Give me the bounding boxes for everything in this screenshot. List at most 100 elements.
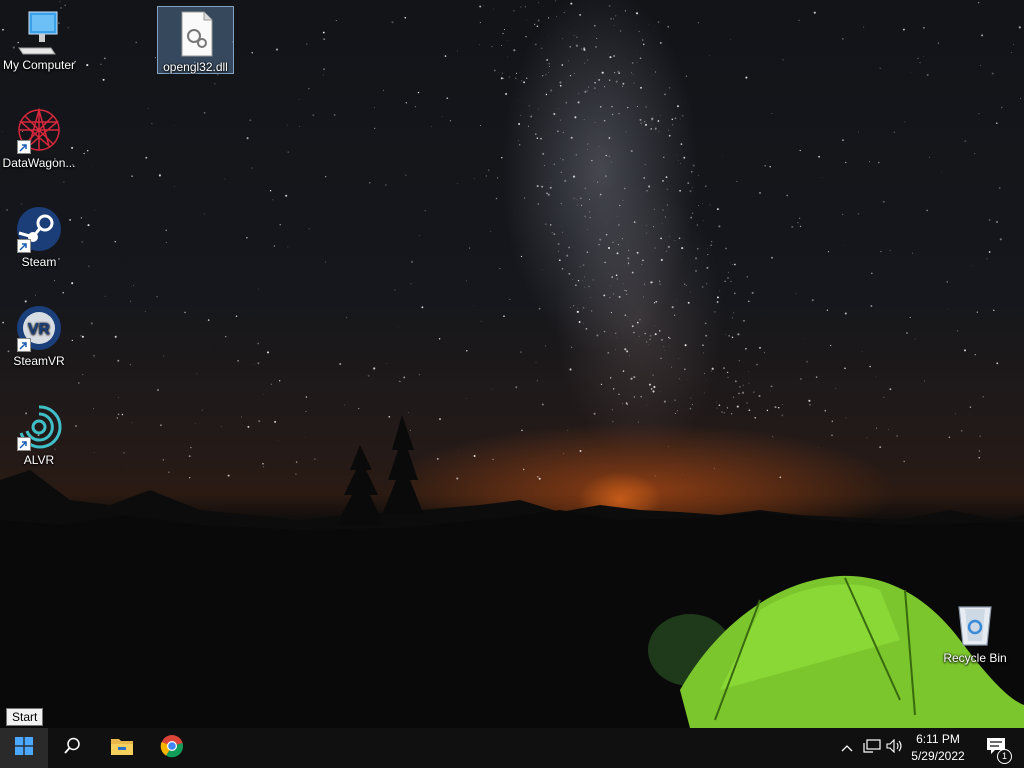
star [313,458,316,460]
star [799,149,801,152]
star [657,21,660,24]
star [663,400,666,403]
star [576,204,578,206]
star [781,414,784,417]
desktop-icon-label: ALVR [23,453,55,467]
action-center-button[interactable]: 1 [976,728,1016,768]
star [667,245,671,248]
star [667,25,670,28]
star [697,248,699,250]
star [842,139,844,141]
star [189,477,191,479]
star [666,204,669,206]
star [716,407,718,409]
star [876,427,878,429]
star [518,123,521,125]
star [639,57,642,60]
star [659,41,662,44]
star [627,316,629,317]
star [589,217,591,219]
star [608,273,609,275]
wallpaper-scene [0,0,1024,728]
star [721,156,723,158]
star [598,145,600,147]
star [581,279,583,281]
star [562,231,564,233]
desktop-icon-recycle-bin[interactable]: Recycle Bin [937,601,1013,665]
star [893,131,895,133]
star [609,285,611,287]
star [691,403,693,405]
star [763,352,765,354]
desktop-icon-steamvr[interactable]: VR SteamVR [1,304,77,368]
star [158,174,161,177]
star [858,131,859,133]
star [668,235,670,237]
star [644,163,646,165]
star [880,250,882,253]
desktop-icon-my-computer[interactable]: My Computer [1,8,77,72]
start-button[interactable] [0,728,48,768]
star [438,338,441,340]
star [626,350,629,353]
star [593,412,596,415]
star [184,311,186,314]
star [1000,106,1003,109]
star [771,435,774,438]
star [653,302,656,304]
volume-button[interactable] [884,728,906,768]
star [988,251,991,253]
clock-button[interactable]: 6:11 PM 5/29/2022 [908,731,968,765]
desktop-icon-datawagon[interactable]: DataWagon... [1,106,77,170]
star [91,165,92,167]
search-button[interactable] [48,728,96,768]
star [644,121,646,123]
star [610,312,612,314]
network-button[interactable] [861,728,883,768]
star [322,31,325,34]
star [523,81,525,84]
show-hidden-icons-button[interactable] [838,728,856,768]
star [730,280,732,282]
star [978,456,981,459]
star [613,293,615,295]
star [104,295,106,297]
star [998,186,1001,189]
star [541,75,544,77]
star [584,187,586,190]
star [654,475,656,477]
star [643,176,646,179]
star [578,93,579,94]
star [610,377,612,379]
star [736,180,738,183]
star [676,410,678,412]
star [518,140,519,141]
star [503,29,505,30]
star [974,354,976,356]
star [727,277,729,279]
file-explorer-button[interactable] [98,728,146,768]
star [972,265,973,267]
star [636,50,638,51]
desktop-icon-opengl32-dll[interactable]: opengl32.dll [157,6,234,74]
star [279,224,281,226]
star [652,390,655,393]
star [870,272,873,275]
star [845,417,847,419]
star [559,81,562,84]
star [117,359,120,362]
desktop-icon-steam[interactable]: Steam [1,205,77,269]
star [151,123,153,125]
star [217,73,219,76]
star [660,237,662,240]
star [627,262,630,264]
desktop-icon-alvr[interactable]: ALVR [1,403,77,467]
star [654,127,657,130]
chrome-button[interactable] [148,728,196,768]
star [162,459,164,461]
star [707,247,709,249]
star [614,15,616,17]
star [724,333,726,335]
star [643,283,645,285]
star [542,269,544,271]
